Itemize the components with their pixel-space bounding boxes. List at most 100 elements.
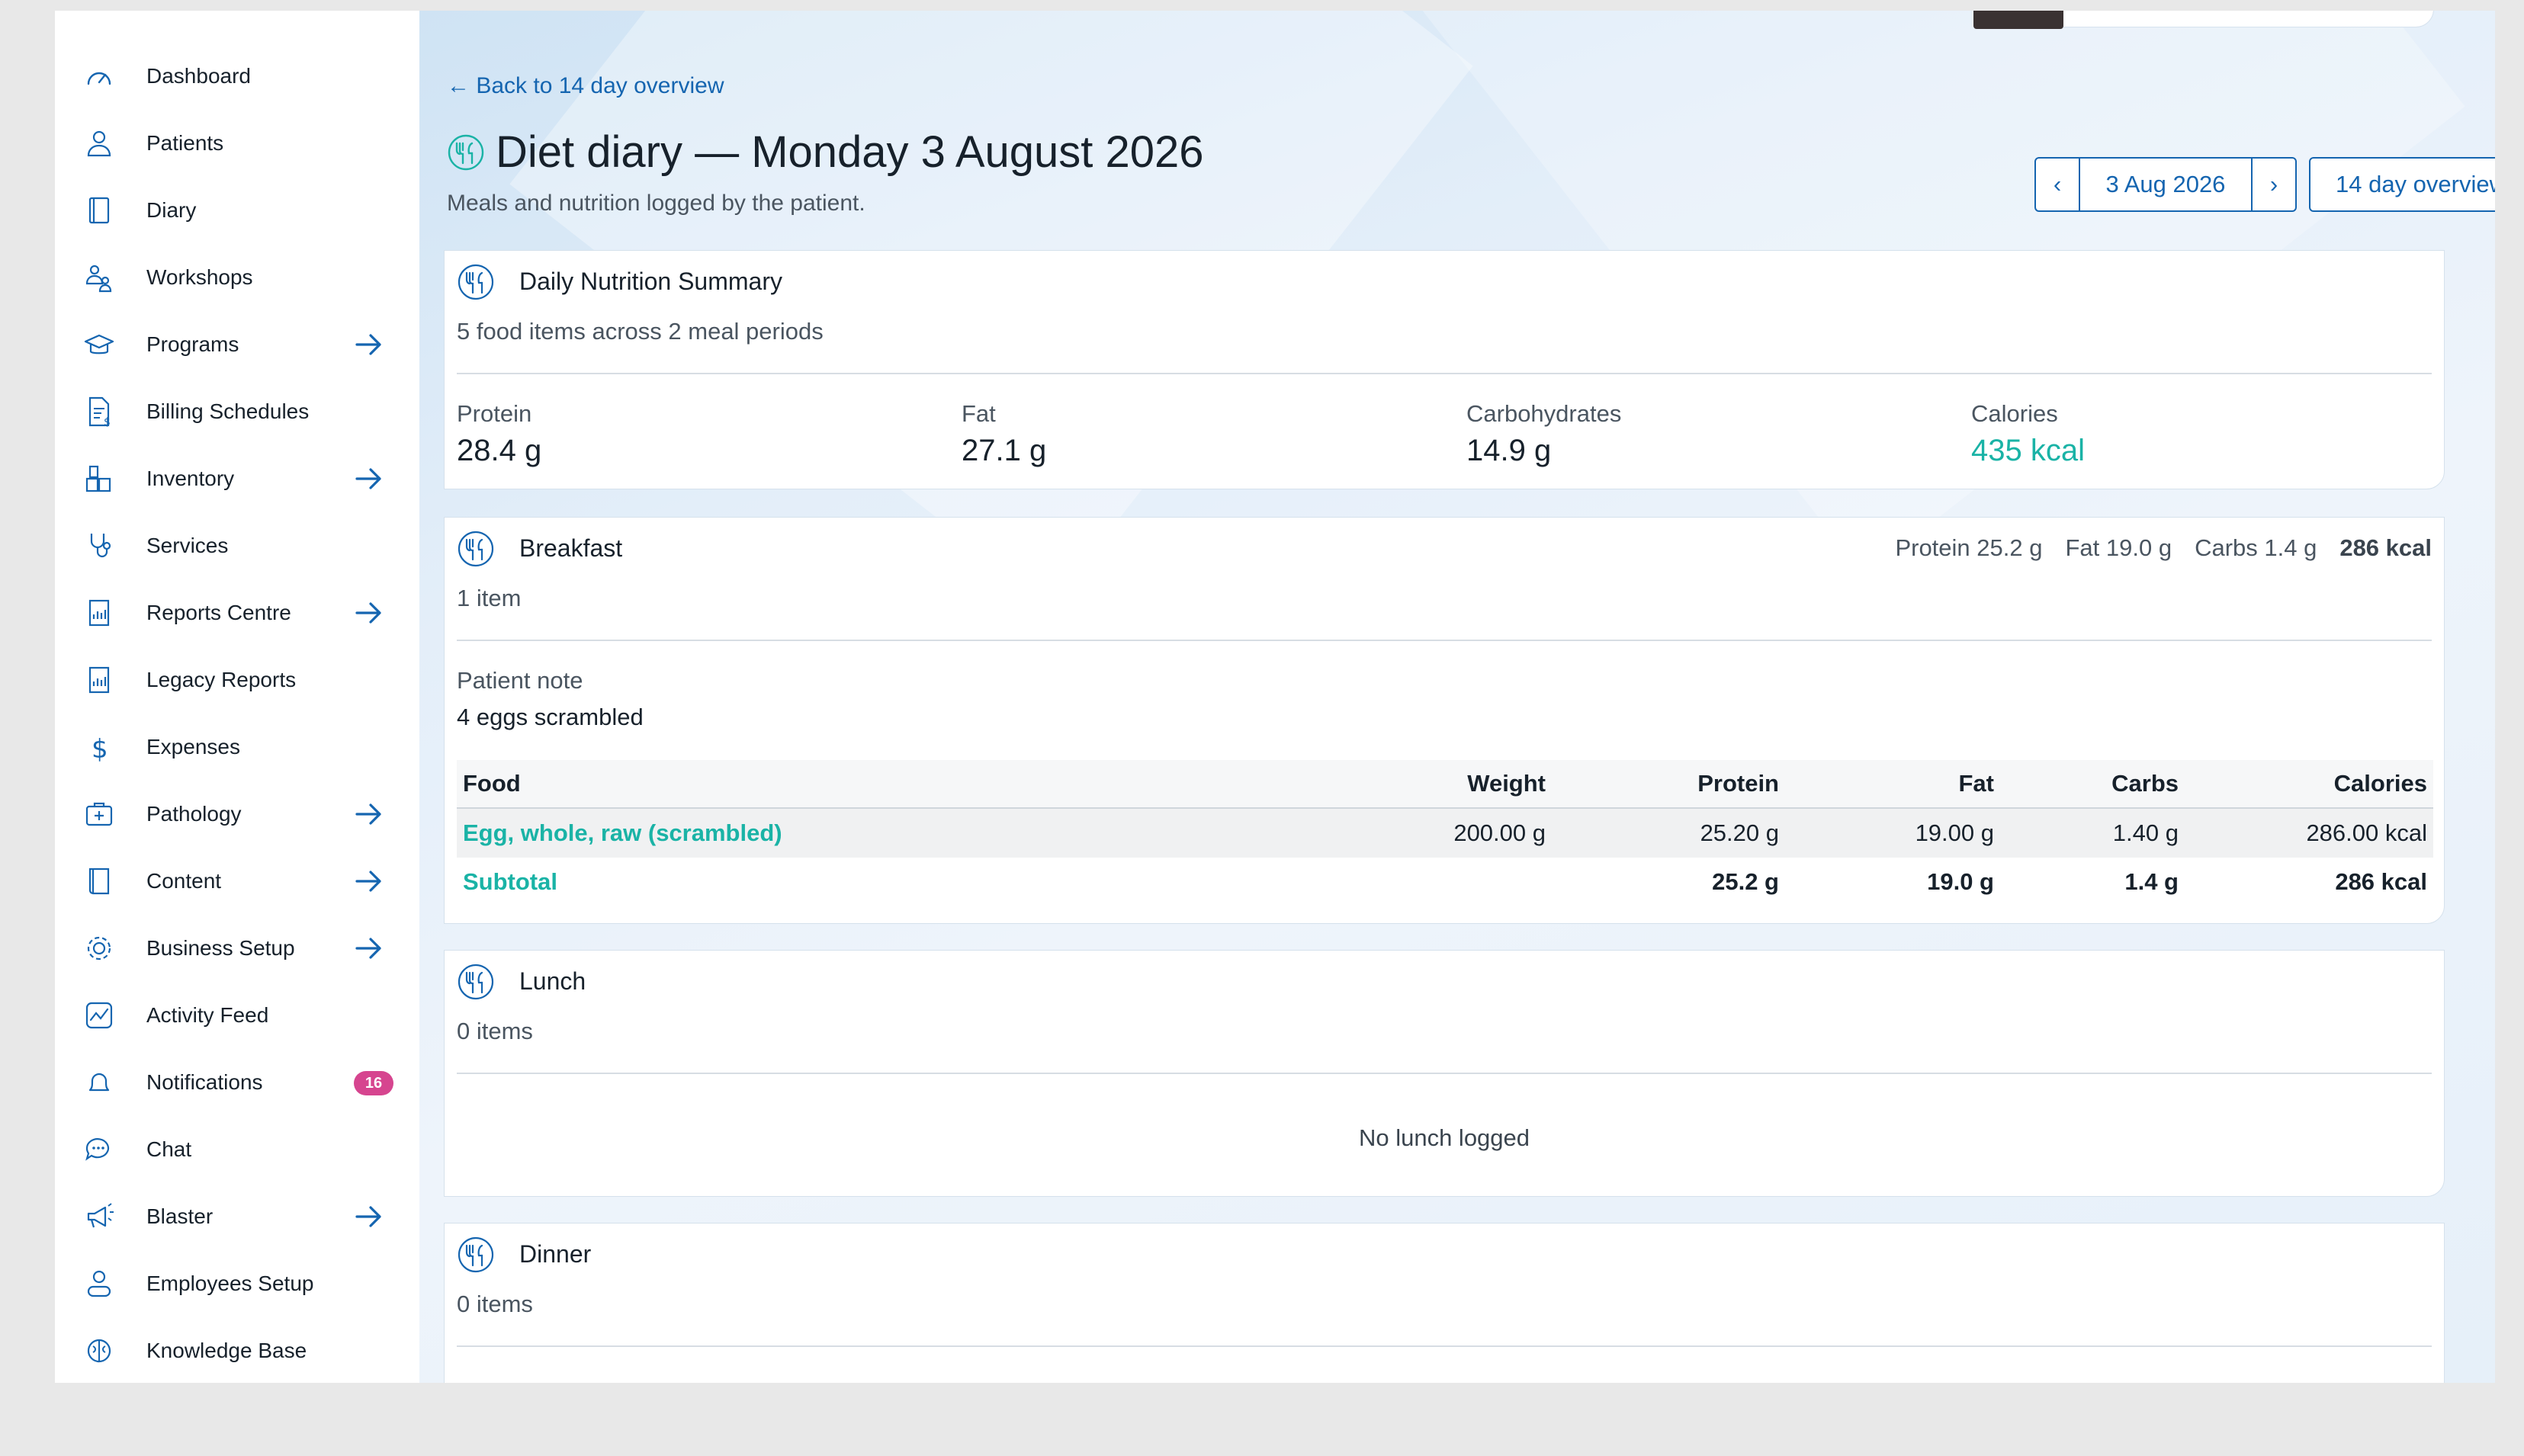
- note-label: Patient note: [457, 667, 583, 694]
- report-icon: [82, 596, 116, 630]
- book-icon: [82, 864, 116, 898]
- stat-value: 435 kcal: [1971, 434, 2085, 467]
- sidebar-item-billing-schedules[interactable]: $ Billing Schedules: [55, 378, 419, 445]
- sidebar-item-expenses[interactable]: $ Expenses: [55, 714, 419, 781]
- sidebar-item-reports-centre[interactable]: Reports Centre: [55, 579, 419, 646]
- sidebar-item-label: Employees Setup: [146, 1272, 314, 1295]
- sidebar-item-blaster[interactable]: Blaster: [55, 1183, 419, 1250]
- column-header-calories[interactable]: Calories: [2185, 760, 2433, 809]
- expand-arrow-icon[interactable]: [354, 935, 384, 962]
- utensils-icon: [447, 133, 485, 172]
- utensils-icon: [457, 1236, 495, 1274]
- sidebar-item-activity-feed[interactable]: Activity Feed: [55, 982, 419, 1049]
- subtotal-row: Subtotal 25.2 g 19.0 g 1.4 g 286 kcal: [457, 858, 2433, 906]
- main-content: ← Back to 14 day overview Diet diary — M…: [419, 11, 2495, 1383]
- medical-kit-icon: [82, 797, 116, 831]
- meal-protein: Protein 25.2 g: [1895, 534, 2043, 561]
- sidebar-item-label: Business Setup: [146, 936, 295, 960]
- sidebar-item-label: Legacy Reports: [146, 668, 297, 691]
- stat-value: 27.1 g: [962, 434, 1047, 467]
- sidebar: Dashboard Patients Diary Workshops Programs $…: [55, 11, 420, 1383]
- subtotal-fat: 19.0 g: [1927, 868, 1994, 895]
- stat-label: Protein: [457, 400, 532, 427]
- subtotal-calories: 286 kcal: [2335, 868, 2427, 895]
- subtotal-carbs: 1.4 g: [2124, 868, 2179, 895]
- sidebar-item-legacy-reports[interactable]: Legacy Reports: [55, 646, 419, 714]
- previous-day-button[interactable]: ‹: [2034, 157, 2080, 212]
- avatar[interactable]: [1973, 11, 2063, 29]
- column-header-food[interactable]: Food: [457, 760, 1407, 809]
- card-title: Lunch: [519, 967, 586, 995]
- sidebar-item-patients[interactable]: Patients: [55, 110, 419, 177]
- sidebar-item-notifications[interactable]: Notifications 16: [55, 1049, 419, 1116]
- divider: [457, 640, 2432, 641]
- meal-calories: 286 kcal: [2339, 534, 2432, 561]
- sidebar-item-employees-setup[interactable]: Employees Setup: [55, 1250, 419, 1317]
- report-icon: [82, 663, 116, 697]
- page-title-row: Diet diary — Monday 3 August 2026: [447, 127, 1204, 178]
- food-link[interactable]: Egg, whole, raw (scrambled): [457, 808, 1407, 858]
- table-header-row: Food Weight Protein Fat Carbs Calories: [457, 760, 2433, 809]
- gear-icon: [82, 932, 116, 965]
- sidebar-item-label: Chat: [146, 1137, 192, 1161]
- stethoscope-icon: [82, 529, 116, 563]
- expand-arrow-icon[interactable]: [354, 868, 384, 895]
- card-title: Breakfast: [519, 534, 623, 562]
- sidebar-item-content[interactable]: Content: [55, 848, 419, 915]
- expand-arrow-icon[interactable]: [354, 331, 384, 358]
- sidebar-item-diary[interactable]: Diary: [55, 177, 419, 244]
- sidebar-item-label: Reports Centre: [146, 601, 291, 624]
- expand-arrow-icon[interactable]: [354, 1203, 384, 1230]
- expand-arrow-icon[interactable]: [354, 465, 384, 492]
- back-link[interactable]: ← Back to 14 day overview: [447, 73, 724, 99]
- stat-label: Carbohydrates: [1466, 400, 1622, 427]
- brain-icon: [82, 1334, 116, 1368]
- employee-icon: [82, 1267, 116, 1300]
- divider: [457, 373, 2432, 374]
- page-subtitle: Meals and nutrition logged by the patien…: [447, 191, 865, 216]
- sidebar-item-label: Blaster: [146, 1204, 214, 1228]
- sidebar-item-label: Content: [146, 869, 222, 893]
- subtotal-label: Subtotal: [463, 868, 557, 895]
- stat-label: Fat: [962, 400, 996, 427]
- megaphone-icon: [82, 1200, 116, 1233]
- utensils-icon: [457, 530, 495, 568]
- people-icon: [82, 261, 116, 294]
- billing-icon: $: [82, 395, 116, 428]
- gauge-icon: [82, 59, 116, 93]
- cell-protein: 25.20 g: [1552, 808, 1785, 858]
- sidebar-item-services[interactable]: Services: [55, 512, 419, 579]
- sidebar-item-business-setup[interactable]: Business Setup: [55, 915, 419, 982]
- card-title: Dinner: [519, 1240, 592, 1268]
- activity-icon: [82, 999, 116, 1032]
- column-header-weight[interactable]: Weight: [1407, 760, 1552, 809]
- sidebar-item-label: Dashboard: [146, 64, 251, 88]
- sidebar-item-knowledge-base[interactable]: Knowledge Base: [55, 1317, 419, 1383]
- stat-protein: Protein 28.4 g: [457, 400, 541, 468]
- item-count: 0 items: [457, 1291, 533, 1317]
- breakfast-card: Breakfast Protein 25.2 g Fat 19.0 g Carb…: [444, 517, 2445, 924]
- column-header-carbs[interactable]: Carbs: [2000, 760, 2185, 809]
- sidebar-item-inventory[interactable]: Inventory: [55, 445, 419, 512]
- expand-arrow-icon[interactable]: [354, 800, 384, 828]
- stat-calories: Calories 435 kcal: [1971, 400, 2085, 468]
- svg-text:$: $: [92, 734, 108, 764]
- sidebar-item-label: Diary: [146, 198, 197, 222]
- meal-fat: Fat 19.0 g: [2065, 534, 2172, 561]
- sidebar-item-pathology[interactable]: Pathology: [55, 781, 419, 848]
- sidebar-item-label: Programs: [146, 332, 239, 356]
- svg-text:$: $: [104, 416, 111, 428]
- sidebar-item-chat[interactable]: Chat: [55, 1116, 419, 1183]
- sidebar-item-label: Patients: [146, 131, 224, 155]
- dollar-icon: $: [82, 730, 116, 764]
- column-header-protein[interactable]: Protein: [1552, 760, 1785, 809]
- overview-button[interactable]: 14 day overview: [2309, 157, 2495, 212]
- next-day-button[interactable]: ›: [2251, 157, 2297, 212]
- sidebar-item-programs[interactable]: Programs: [55, 311, 419, 378]
- expand-arrow-icon[interactable]: [354, 599, 384, 627]
- column-header-fat[interactable]: Fat: [1785, 760, 2000, 809]
- stat-carbohydrates: Carbohydrates 14.9 g: [1466, 400, 1621, 468]
- date-picker-button[interactable]: 3 Aug 2026: [2080, 157, 2251, 212]
- sidebar-item-dashboard[interactable]: Dashboard: [55, 43, 419, 110]
- sidebar-item-workshops[interactable]: Workshops: [55, 244, 419, 311]
